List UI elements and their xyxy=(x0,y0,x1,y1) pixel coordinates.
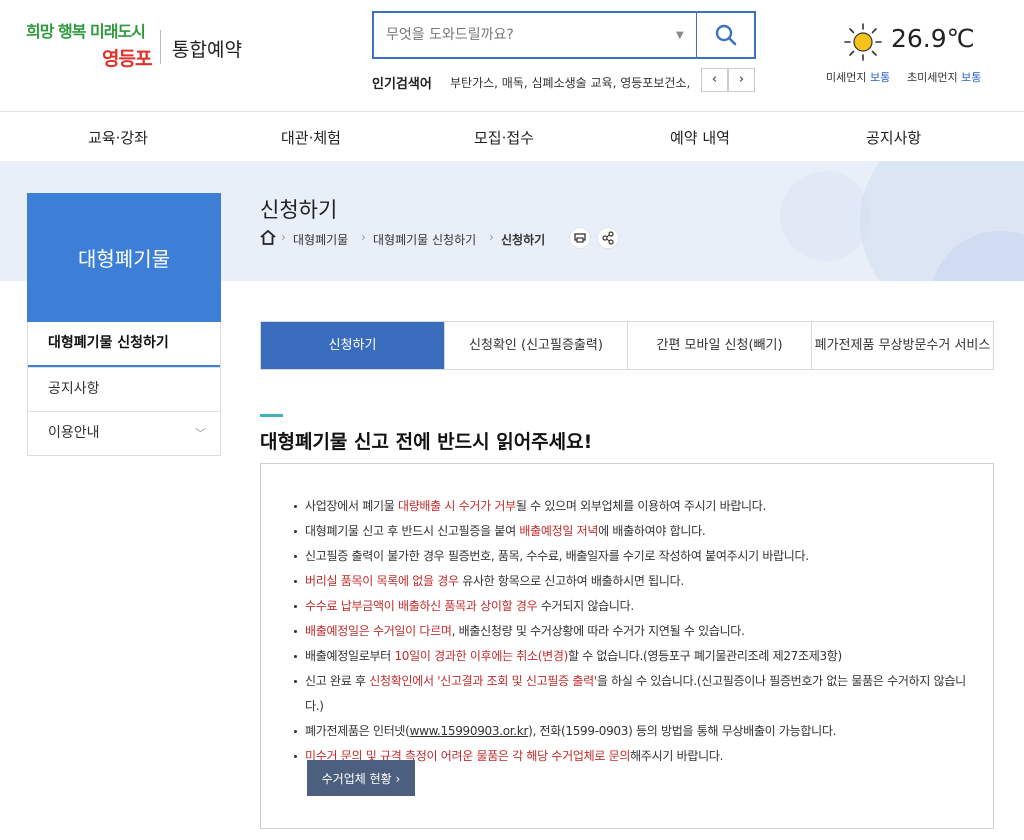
notice-item: 폐가전제품은 인터넷(www.15990903.or.kr), 전화(1599-… xyxy=(291,719,981,744)
chevron-left-icon[interactable]: ‹ xyxy=(701,68,728,92)
print-button[interactable] xyxy=(569,227,591,249)
search-input[interactable] xyxy=(374,13,674,57)
heading-accent-bar xyxy=(260,414,283,417)
vendor-status-button[interactable]: 수거업체 현황 › xyxy=(307,760,415,796)
fine-dust-value: 보통 xyxy=(869,71,891,84)
tab-apply[interactable]: 신청하기 xyxy=(261,322,444,369)
appliance-site-link[interactable]: www.15990903.or.kr xyxy=(410,724,529,738)
sidebar-menu: 대형폐기물 신청하기 공지사항 이용안내 ﹀ xyxy=(27,322,221,456)
notice-heading: 대형폐기물 신고 전에 반드시 읽어주세요! xyxy=(260,431,593,453)
share-icon xyxy=(602,231,614,245)
sun-icon xyxy=(844,23,882,61)
nav-education[interactable]: 교육·강좌 xyxy=(88,127,148,148)
breadcrumb-separator: › xyxy=(361,230,366,244)
logo[interactable]: 희망 행복 미래도시 영등포 xyxy=(26,16,156,76)
sidebar-item-apply[interactable]: 대형폐기물 신청하기 xyxy=(28,322,220,367)
page-title: 신청하기 xyxy=(260,198,338,222)
nav-reservations[interactable]: 예약 내역 xyxy=(670,127,730,148)
notice-box: 사업장에서 폐기물 대량배출 시 수거가 거부될 수 있으며 외부업체를 이용하… xyxy=(260,463,994,829)
logo-name: 영등포 xyxy=(102,48,152,70)
logo-divider xyxy=(160,30,161,64)
nav-rental[interactable]: 대관·체험 xyxy=(281,127,341,148)
caret-down-icon[interactable]: ▼ xyxy=(676,30,684,41)
notice-list: 사업장에서 폐기물 대량배출 시 수거가 거부될 수 있으며 외부업체를 이용하… xyxy=(291,494,981,769)
tab-appliance-pickup[interactable]: 폐가전제품 무상방문수거 서비스 xyxy=(811,322,993,369)
ultrafine-dust-status: 초미세먼지 보통 xyxy=(907,71,982,84)
chevron-right-icon: › xyxy=(395,771,401,786)
breadcrumb-separator: › xyxy=(489,230,494,244)
share-button[interactable] xyxy=(597,227,619,249)
popular-search-label: 인기검색어 xyxy=(372,77,432,92)
sidebar-header: 대형폐기물 xyxy=(27,193,221,322)
breadcrumb-current: 신청하기 xyxy=(501,233,546,247)
breadcrumb-item[interactable]: 대형폐기물 xyxy=(293,231,348,248)
search-box: ▼ xyxy=(372,11,756,59)
tab-mobile[interactable]: 간편 모바일 신청(빼기) xyxy=(627,322,811,369)
banner-decoration xyxy=(780,171,870,261)
breadcrumb-item[interactable]: 대형폐기물 신청하기 xyxy=(373,231,476,248)
notice-item: 수수료 납부금액이 배출하신 품목과 상이할 경우 수거되지 않습니다. xyxy=(291,594,981,619)
sidebar-item-notices[interactable]: 공지사항 xyxy=(28,367,220,411)
notice-item: 배출예정일로부터 10일이 경과한 이후에는 취소(변경)할 수 없습니다.(영… xyxy=(291,644,981,669)
temperature: 26.9℃ xyxy=(891,24,975,53)
search-button[interactable] xyxy=(696,13,754,57)
notice-item: 신고 완료 후 신청확인에서 '신고결과 조회 및 신고필증 출력'을 하실 수… xyxy=(291,669,981,719)
site-header: 희망 행복 미래도시 영등포 통합예약 ▼ 인기검색어 부탄가스, 매독, 심폐… xyxy=(0,0,1024,112)
ultrafine-dust-value: 보통 xyxy=(961,71,982,84)
tab-bar: 신청하기 신청확인 (신고필증출력) 간편 모바일 신청(빼기) 폐가전제품 무… xyxy=(260,321,994,370)
nav-recruitment[interactable]: 모집·접수 xyxy=(474,127,534,148)
print-icon xyxy=(574,233,586,243)
breadcrumb-separator: › xyxy=(281,230,286,244)
nav-notices[interactable]: 공지사항 xyxy=(866,127,921,148)
notice-item: 버리실 품목이 목록에 없을 경우 유사한 항목으로 신고하여 배출하시면 됩니… xyxy=(291,569,981,594)
notice-item: 배출예정일은 수거일이 다르며, 배출신청량 및 수거상황에 따라 수거가 지연… xyxy=(291,619,981,644)
home-icon[interactable] xyxy=(260,230,276,245)
logo-slogan: 희망 행복 미래도시 xyxy=(26,22,146,41)
service-title[interactable]: 통합예약 xyxy=(172,35,242,62)
popular-search-terms[interactable]: 부탄가스, 매독, 심폐소생술 교육, 영등포보건소, 하 xyxy=(450,74,690,91)
tab-confirm[interactable]: 신청확인 (신고필증출력) xyxy=(444,322,627,369)
main-nav: 교육·강좌 대관·체험 모집·접수 예약 내역 공지사항 xyxy=(0,113,1024,161)
fine-dust-status: 미세먼지 보통 xyxy=(826,71,891,84)
sidebar-item-guide[interactable]: 이용안내 ﹀ xyxy=(28,411,220,455)
notice-item: 대형폐기물 신고 후 반드시 신고필증을 붙여 배출예정일 저녁에 배출하여야 … xyxy=(291,519,981,544)
notice-item: 사업장에서 폐기물 대량배출 시 수거가 거부될 수 있으며 외부업체를 이용하… xyxy=(291,494,981,519)
notice-item: 신고필증 출력이 불가한 경우 필증번호, 품목, 수수료, 배출일자를 수기로… xyxy=(291,544,981,569)
search-icon xyxy=(715,24,737,46)
chevron-right-icon[interactable]: › xyxy=(728,68,755,92)
chevron-down-icon: ﹀ xyxy=(195,427,206,440)
sidebar-title: 대형폐기물 xyxy=(78,247,170,271)
